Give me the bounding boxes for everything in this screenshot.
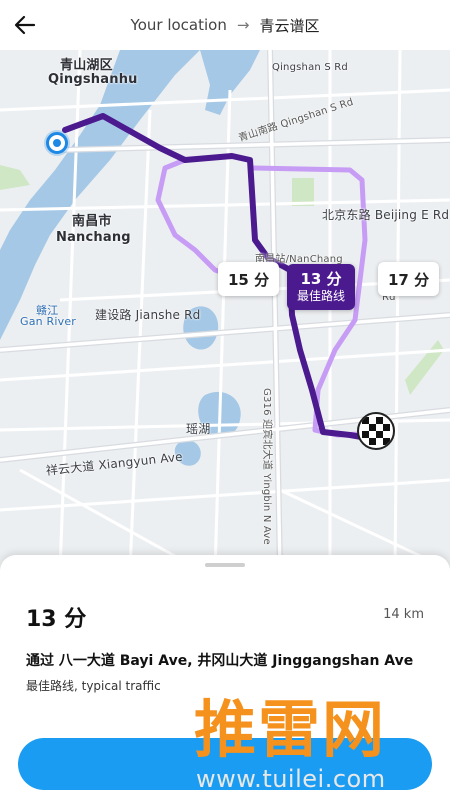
label-ganriver-en: Gan River xyxy=(20,315,77,328)
route-details-sheet[interactable]: 13 分 14 km 通过 八一大道 Bayi Ave, 井冈山大道 Jingg… xyxy=(0,555,450,800)
route-option-17-min[interactable]: 17 分 xyxy=(378,262,440,296)
park-area xyxy=(405,340,444,395)
route-subtitle: 最佳路线, typical traffic xyxy=(26,679,161,693)
label-qingshanhu-cn: 青山湖区 xyxy=(60,58,113,73)
label-jianshe-rd: 建设路 Jianshe Rd xyxy=(95,308,201,322)
label-nanchang-en: Nanchang xyxy=(56,230,131,245)
destination-label: 青云谱区 xyxy=(259,16,320,35)
map-view[interactable]: 青山湖区 Qingshanhu Qingshan S Rd 青山南路 Qings… xyxy=(0,50,450,570)
arrow-right-icon: → xyxy=(236,16,250,34)
label-qingshan-top: Qingshan S Rd xyxy=(272,62,348,73)
back-button[interactable] xyxy=(0,0,50,50)
label-g316: G316 迎宾北大道 Yingbin N Ave xyxy=(261,388,272,545)
sheet-drag-handle[interactable] xyxy=(205,563,245,567)
go-button[interactable]: Go xyxy=(18,738,432,790)
origin-label: Your location xyxy=(130,16,227,34)
label-qingshanhu-en: Qingshanhu xyxy=(48,72,138,87)
route-option-15-min[interactable]: 15 分 xyxy=(218,262,280,296)
navigation-screen: Your location → 青云谱区 青山湖区 Qingshanhu Qin… xyxy=(0,0,450,800)
back-arrow-icon xyxy=(14,15,36,35)
label-nanchang-cn: 南昌市 xyxy=(72,214,112,229)
current-location-marker[interactable] xyxy=(46,132,68,154)
label-beijing-rd: 北京东路 Beijing E Rd xyxy=(322,208,450,222)
map-canvas xyxy=(0,50,450,570)
selected-route-time: 13 分 xyxy=(300,270,342,288)
destination-flag-icon[interactable] xyxy=(357,412,395,450)
selected-route-label: 最佳路线 xyxy=(297,289,346,303)
top-bar: Your location → 青云谱区 xyxy=(0,0,450,50)
eta-value: 13 分 xyxy=(26,607,87,632)
route-title: Your location → 青云谱区 xyxy=(50,15,450,36)
distance-value: 14 km xyxy=(383,607,424,622)
route-option-selected[interactable]: 13 分 最佳路线 xyxy=(287,264,356,310)
park-area xyxy=(0,165,30,190)
label-lake: 瑶湖 xyxy=(186,422,211,436)
route-via-text: 通过 八一大道 Bayi Ave, 井冈山大道 Jinggangshan Ave xyxy=(26,653,414,669)
